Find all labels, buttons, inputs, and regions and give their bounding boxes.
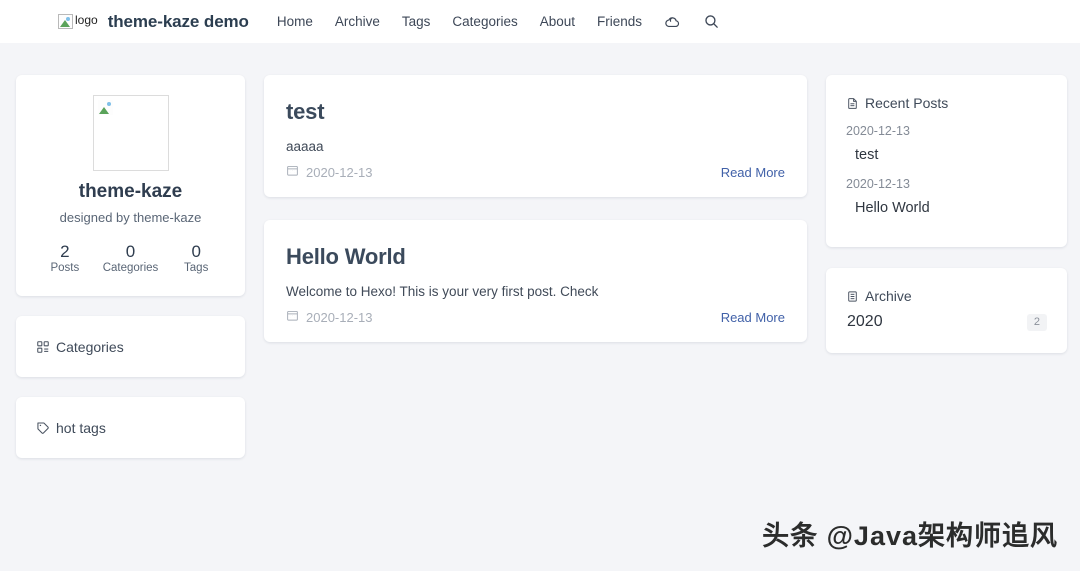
archive-item: 2020 2 bbox=[846, 313, 1047, 331]
recent-posts-title: Recent Posts bbox=[846, 95, 1047, 111]
avatar bbox=[92, 95, 169, 171]
stat-categories-count: 0 bbox=[125, 242, 136, 261]
left-sidebar: theme-kaze designed by theme-kaze 2 Post… bbox=[16, 75, 245, 459]
stat-categories[interactable]: 0 Categories bbox=[98, 241, 164, 274]
document-icon bbox=[846, 97, 859, 110]
cloud-moon-icon[interactable] bbox=[664, 13, 681, 30]
recent-posts-label: Recent Posts bbox=[865, 95, 949, 111]
read-more-link[interactable]: Read More bbox=[721, 310, 785, 325]
post-date: 2020-12-13 bbox=[286, 309, 373, 325]
nav-item-archive[interactable]: Archive bbox=[335, 14, 380, 29]
stat-posts-count: 2 bbox=[60, 242, 70, 261]
archive-count-badge: 2 bbox=[1026, 313, 1047, 331]
stat-posts-label: Posts bbox=[50, 262, 80, 275]
read-more-link[interactable]: Read More bbox=[721, 165, 785, 180]
stat-tags-label: Tags bbox=[184, 262, 209, 275]
recent-post-link[interactable]: test bbox=[846, 143, 1047, 168]
stat-tags[interactable]: 0 Tags bbox=[163, 241, 229, 274]
tag-icon bbox=[36, 421, 50, 435]
broken-image-icon bbox=[97, 100, 113, 115]
recent-post-date: 2020-12-13 bbox=[846, 176, 910, 191]
nav-item-home[interactable]: Home bbox=[277, 14, 313, 29]
calendar-icon bbox=[286, 164, 299, 180]
nav-item-categories[interactable]: Categories bbox=[452, 14, 517, 29]
profile-name: theme-kaze bbox=[78, 181, 183, 202]
stat-categories-label: Categories bbox=[102, 262, 159, 275]
calendar-icon bbox=[286, 309, 299, 325]
list-item: 2020-12-13 Hello World bbox=[846, 173, 1047, 222]
post-date-text: 2020-12-13 bbox=[306, 309, 373, 325]
post-excerpt: Welcome to Hexo! This is your very first… bbox=[286, 284, 599, 299]
profile-description: designed by theme-kaze bbox=[59, 210, 202, 225]
clipboard-list-icon bbox=[846, 290, 859, 303]
site-title[interactable]: theme-kaze demo bbox=[108, 12, 249, 32]
post-footer: 2020-12-13 Read More bbox=[286, 164, 785, 180]
nav-item-about[interactable]: About bbox=[540, 14, 575, 29]
post-excerpt: aaaaa bbox=[286, 139, 324, 154]
archive-widget-label: Archive bbox=[865, 288, 912, 304]
stat-posts[interactable]: 2 Posts bbox=[32, 241, 98, 274]
main-nav: Home Archive Tags Categories About Frien… bbox=[277, 13, 720, 30]
logo-alt-text: logo bbox=[75, 13, 98, 27]
nav-item-tags[interactable]: Tags bbox=[402, 14, 431, 29]
nav-item-friends[interactable]: Friends bbox=[597, 14, 642, 29]
recent-posts-widget: Recent Posts 2020-12-13 test 2020-12-13 … bbox=[826, 75, 1067, 247]
post-list: test aaaaa 2020-12-13 Read More Hello Wo… bbox=[264, 75, 807, 342]
page-layout: theme-kaze designed by theme-kaze 2 Post… bbox=[0, 43, 1080, 459]
tags-widget-label: hot tags bbox=[56, 419, 106, 436]
site-header: logo theme-kaze demo Home Archive Tags C… bbox=[0, 0, 1080, 43]
categories-widget-label: Categories bbox=[56, 338, 124, 355]
brand[interactable]: logo theme-kaze demo bbox=[58, 12, 249, 32]
post-card: test aaaaa 2020-12-13 Read More bbox=[264, 75, 807, 197]
broken-image-icon bbox=[58, 14, 73, 29]
profile-stats: 2 Posts 0 Categories 0 Tags bbox=[32, 241, 229, 274]
post-title[interactable]: Hello World bbox=[286, 244, 785, 270]
post-footer: 2020-12-13 Read More bbox=[286, 309, 785, 325]
categories-widget-title: Categories bbox=[36, 339, 124, 355]
post-date-text: 2020-12-13 bbox=[306, 164, 373, 180]
grid-icon bbox=[36, 340, 50, 354]
archive-year-link[interactable]: 2020 bbox=[847, 313, 883, 331]
recent-post-date: 2020-12-13 bbox=[846, 124, 910, 138]
stat-tags-count: 0 bbox=[191, 242, 201, 261]
profile-card: theme-kaze designed by theme-kaze 2 Post… bbox=[16, 75, 245, 297]
logo-broken-image: logo bbox=[58, 14, 98, 29]
recent-posts-list: 2020-12-13 test 2020-12-13 Hello World bbox=[846, 120, 1047, 221]
post-card: Hello World Welcome to Hexo! This is you… bbox=[264, 220, 807, 342]
archive-widget-title: Archive bbox=[846, 288, 1047, 304]
archive-widget: Archive 2020 2 bbox=[826, 268, 1067, 353]
watermark: 头条 @Java架构师追风 bbox=[762, 521, 1058, 551]
post-title[interactable]: test bbox=[286, 99, 785, 125]
tags-widget-title: hot tags bbox=[36, 420, 106, 436]
tags-widget: hot tags bbox=[16, 397, 245, 459]
categories-widget: Categories bbox=[16, 316, 245, 378]
right-sidebar: Recent Posts 2020-12-13 test 2020-12-13 … bbox=[826, 75, 1067, 353]
post-date: 2020-12-13 bbox=[286, 164, 373, 180]
search-icon[interactable] bbox=[703, 13, 720, 30]
recent-post-link[interactable]: Hello World bbox=[846, 196, 1047, 221]
list-item: 2020-12-13 test bbox=[846, 120, 1047, 169]
